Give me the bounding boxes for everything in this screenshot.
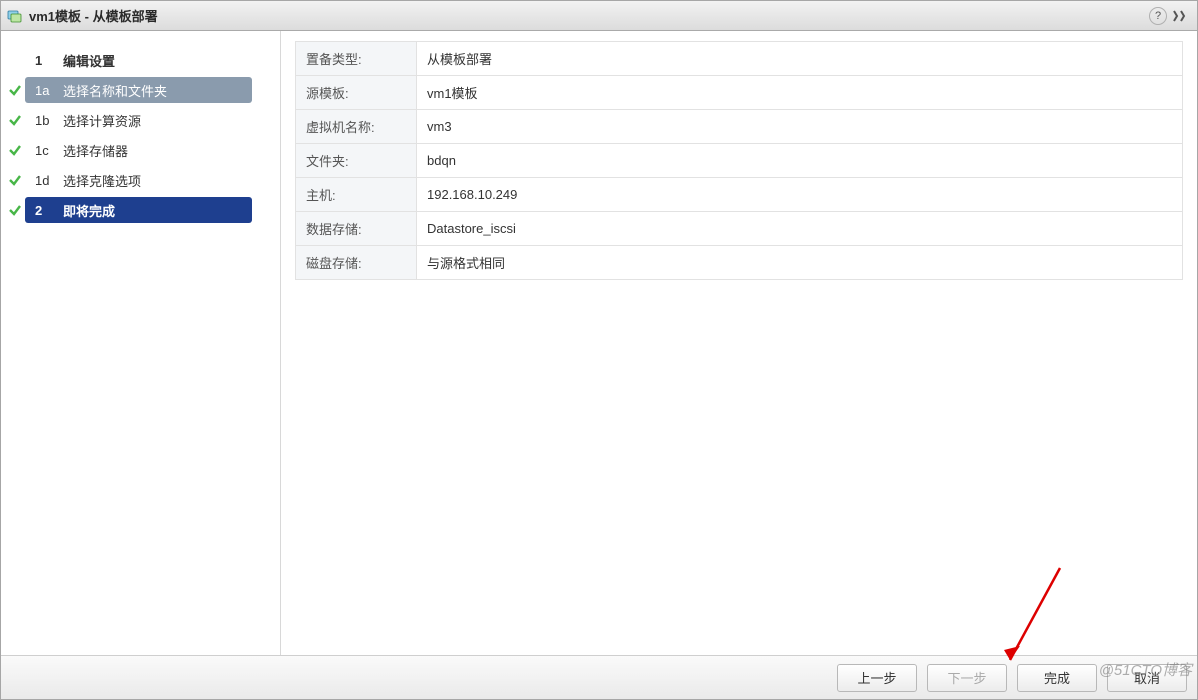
step-number: 2 (35, 203, 63, 218)
check-icon (5, 203, 25, 217)
step-title: 即将完成 (63, 201, 115, 220)
wizard-step-1c[interactable]: 1c 选择存储器 (1, 135, 280, 165)
cancel-button[interactable]: 取消 (1107, 664, 1187, 692)
wizard-step-1b[interactable]: 1b 选择计算资源 (1, 105, 280, 135)
summary-value: bdqn (417, 144, 1183, 178)
table-row: 主机:192.168.10.249 (296, 178, 1183, 212)
next-button: 下一步 (927, 664, 1007, 692)
step-title: 选择克隆选项 (63, 171, 141, 190)
summary-key: 主机: (296, 178, 417, 212)
table-row: 数据存储:Datastore_iscsi (296, 212, 1183, 246)
summary-key: 文件夹: (296, 144, 417, 178)
summary-panel: 置备类型:从模板部署源模板:vm1模板虚拟机名称:vm3文件夹:bdqn主机:1… (281, 31, 1197, 655)
step-number: 1c (35, 143, 63, 158)
step-title: 选择计算资源 (63, 111, 141, 130)
wizard-step-1a[interactable]: 1a 选择名称和文件夹 (1, 75, 280, 105)
wizard-step-1[interactable]: 1 编辑设置 (1, 45, 280, 75)
back-button[interactable]: 上一步 (837, 664, 917, 692)
wizard-window: vm1模板 - 从模板部署 ? 1 编辑设置 (0, 0, 1198, 700)
wizard-steps: 1 编辑设置 1a 选择名称和文件夹 1b 选择计算 (1, 31, 281, 655)
wizard-body: 1 编辑设置 1a 选择名称和文件夹 1b 选择计算 (1, 31, 1197, 655)
summary-value: Datastore_iscsi (417, 212, 1183, 246)
table-row: 置备类型:从模板部署 (296, 42, 1183, 76)
window-title: vm1模板 - 从模板部署 (29, 6, 158, 25)
check-icon (5, 113, 25, 127)
summary-key: 源模板: (296, 76, 417, 110)
summary-value: vm1模板 (417, 76, 1183, 110)
titlebar: vm1模板 - 从模板部署 ? (1, 1, 1197, 31)
expand-icon[interactable] (1171, 6, 1191, 26)
table-row: 文件夹:bdqn (296, 144, 1183, 178)
wizard-step-2[interactable]: 2 即将完成 (1, 195, 280, 225)
summary-key: 数据存储: (296, 212, 417, 246)
wizard-footer: 上一步 下一步 完成 取消 (1, 655, 1197, 699)
step-number: 1a (35, 83, 63, 98)
summary-table: 置备类型:从模板部署源模板:vm1模板虚拟机名称:vm3文件夹:bdqn主机:1… (295, 41, 1183, 280)
summary-value: vm3 (417, 110, 1183, 144)
summary-value: 192.168.10.249 (417, 178, 1183, 212)
step-title: 选择存储器 (63, 141, 128, 160)
wizard-step-1d[interactable]: 1d 选择克隆选项 (1, 165, 280, 195)
vm-template-icon (7, 8, 23, 24)
step-number: 1b (35, 113, 63, 128)
summary-value: 从模板部署 (417, 42, 1183, 76)
table-row: 虚拟机名称:vm3 (296, 110, 1183, 144)
summary-key: 置备类型: (296, 42, 417, 76)
check-icon (5, 83, 25, 97)
step-title: 选择名称和文件夹 (63, 81, 167, 100)
help-icon[interactable]: ? (1149, 7, 1167, 25)
summary-value: 与源格式相同 (417, 246, 1183, 280)
check-icon (5, 173, 25, 187)
step-number: 1 (35, 53, 63, 68)
table-row: 源模板:vm1模板 (296, 76, 1183, 110)
table-row: 磁盘存储:与源格式相同 (296, 246, 1183, 280)
step-number: 1d (35, 173, 63, 188)
summary-key: 磁盘存储: (296, 246, 417, 280)
finish-button[interactable]: 完成 (1017, 664, 1097, 692)
step-title: 编辑设置 (63, 51, 115, 70)
summary-key: 虚拟机名称: (296, 110, 417, 144)
check-icon (5, 143, 25, 157)
